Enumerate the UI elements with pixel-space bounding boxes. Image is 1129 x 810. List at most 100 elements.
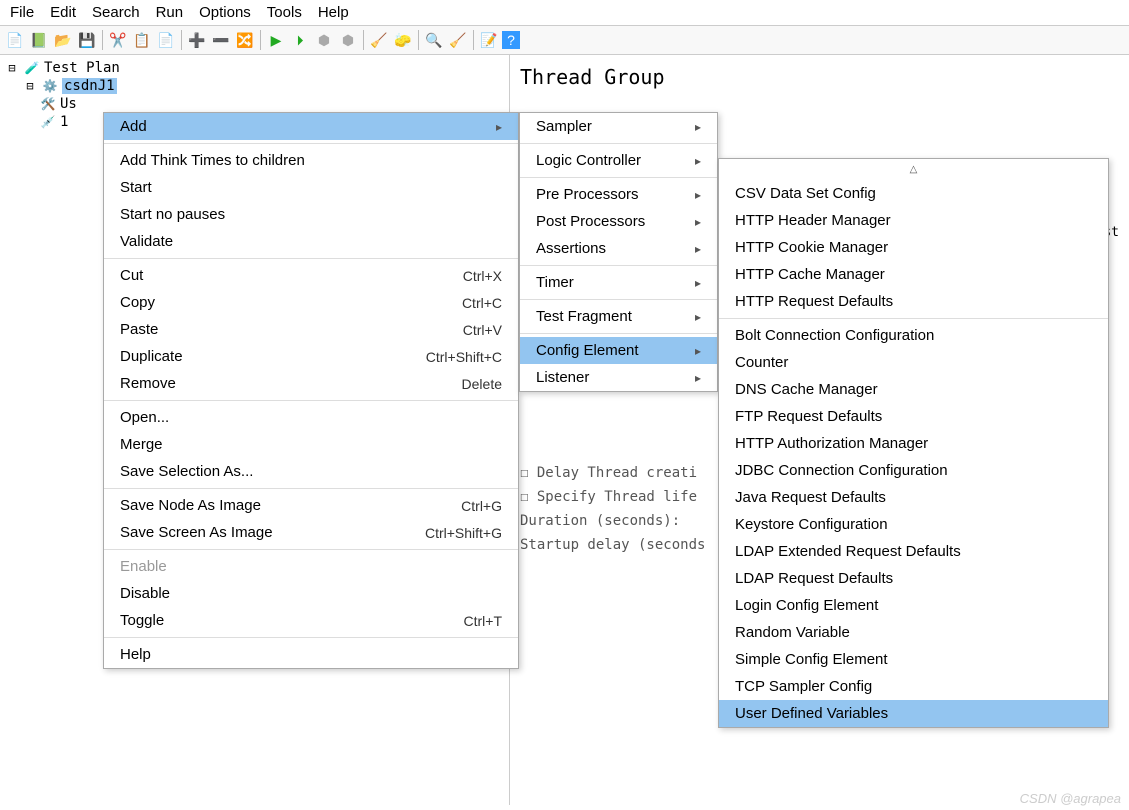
tree-child-vars[interactable]: 🛠️ Us (4, 95, 505, 113)
ctx-paste[interactable]: PasteCtrl+V (104, 316, 518, 343)
ctx-cut[interactable]: CutCtrl+X (104, 262, 518, 289)
menu-search[interactable]: Search (86, 2, 146, 23)
menu-tools[interactable]: Tools (261, 2, 308, 23)
cfg-ftp-request-defaults[interactable]: FTP Request Defaults (719, 403, 1108, 430)
save-icon[interactable]: 💾 (76, 29, 98, 51)
collapse-icon[interactable]: ➖ (210, 29, 232, 51)
cfg-tcp-sampler-config[interactable]: TCP Sampler Config (719, 673, 1108, 700)
cfg-simple-config-element[interactable]: Simple Config Element (719, 646, 1108, 673)
ctx-start-no-pauses[interactable]: Start no pauses (104, 201, 518, 228)
separator (418, 30, 419, 50)
cfg-http-request-defaults[interactable]: HTTP Request Defaults (719, 288, 1108, 315)
dropper-icon: 💉 (40, 114, 56, 130)
new-icon[interactable]: 📄 (4, 29, 26, 51)
ctx-open[interactable]: Open... (104, 404, 518, 431)
menu-help[interactable]: Help (312, 2, 355, 23)
menubar: File Edit Search Run Options Tools Help (0, 0, 1129, 26)
watermark: CSDN @agrapea (1020, 791, 1121, 806)
toolbar: 📄 📗 📂 💾 ✂️ 📋 📄 ➕ ➖ 🔀 ▶ ⏵ ⬢ ⬢ 🧹 🧽 🔍 🧹 📝 ? (0, 26, 1129, 55)
sub-post-processors[interactable]: Post Processors▸ (520, 208, 717, 235)
sub-assertions[interactable]: Assertions▸ (520, 235, 717, 262)
separator (181, 30, 182, 50)
tree-child-label: Us (60, 96, 77, 112)
cfg-jdbc-connection[interactable]: JDBC Connection Configuration (719, 457, 1108, 484)
toggle-icon[interactable]: 🔀 (234, 29, 256, 51)
open-icon[interactable]: 📂 (52, 29, 74, 51)
start-icon[interactable]: ▶ (265, 29, 287, 51)
ctx-disable[interactable]: Disable (104, 580, 518, 607)
menu-edit[interactable]: Edit (44, 2, 82, 23)
copy-icon[interactable]: 📋 (131, 29, 153, 51)
search-icon[interactable]: 🔍 (423, 29, 445, 51)
menu-file[interactable]: File (4, 2, 40, 23)
help-icon[interactable]: ? (502, 31, 520, 49)
sub-logic-controller[interactable]: Logic Controller▸ (520, 147, 717, 174)
cfg-http-cookie-manager[interactable]: HTTP Cookie Manager (719, 234, 1108, 261)
start-no-pauses-icon[interactable]: ⏵ (289, 29, 311, 51)
templates-icon[interactable]: 📗 (28, 29, 50, 51)
menu-run[interactable]: Run (150, 2, 190, 23)
cfg-http-header-manager[interactable]: HTTP Header Manager (719, 207, 1108, 234)
ctx-validate[interactable]: Validate (104, 228, 518, 255)
sub-timer[interactable]: Timer▸ (520, 269, 717, 296)
collapse-handle-icon[interactable]: ⊟ (4, 60, 20, 76)
ctx-save-selection[interactable]: Save Selection As... (104, 458, 518, 485)
sub-pre-processors[interactable]: Pre Processors▸ (520, 181, 717, 208)
stop-icon[interactable]: ⬢ (313, 29, 335, 51)
ctx-duplicate[interactable]: DuplicateCtrl+Shift+C (104, 343, 518, 370)
separator (260, 30, 261, 50)
cut-icon[interactable]: ✂️ (107, 29, 129, 51)
clear-icon[interactable]: 🧹 (368, 29, 390, 51)
ctx-merge[interactable]: Merge (104, 431, 518, 458)
reset-search-icon[interactable]: 🧹 (447, 29, 469, 51)
sub-listener[interactable]: Listener▸ (520, 364, 717, 391)
cfg-random-variable[interactable]: Random Variable (719, 619, 1108, 646)
config-element-submenu: △ CSV Data Set Config HTTP Header Manage… (718, 158, 1109, 728)
shutdown-icon[interactable]: ⬢ (337, 29, 359, 51)
cfg-keystore-configuration[interactable]: Keystore Configuration (719, 511, 1108, 538)
tree-root[interactable]: ⊟ 🧪 Test Plan (4, 59, 505, 77)
ctx-remove[interactable]: RemoveDelete (104, 370, 518, 397)
tree-child-label: 1 (60, 114, 68, 130)
gear-icon: ⚙️ (42, 78, 58, 94)
ctx-think-times[interactable]: Add Think Times to children (104, 147, 518, 174)
paste-icon[interactable]: 📄 (155, 29, 177, 51)
flask-icon: 🧪 (24, 60, 40, 76)
cfg-counter[interactable]: Counter (719, 349, 1108, 376)
sub-test-fragment[interactable]: Test Fragment▸ (520, 303, 717, 330)
cfg-dns-cache-manager[interactable]: DNS Cache Manager (719, 376, 1108, 403)
ctx-help[interactable]: Help (104, 641, 518, 668)
context-menu: Add▸ Add Think Times to children Start S… (103, 112, 519, 669)
sub-config-element[interactable]: Config Element▸ (520, 337, 717, 364)
separator (102, 30, 103, 50)
cfg-login-config-element[interactable]: Login Config Element (719, 592, 1108, 619)
tree-thread-group[interactable]: ⊟ ⚙️ csdnJ1 (4, 77, 505, 95)
ctx-enable: Enable (104, 553, 518, 580)
cfg-csv-data-set[interactable]: CSV Data Set Config (719, 180, 1108, 207)
add-submenu: Sampler▸ Logic Controller▸ Pre Processor… (519, 112, 718, 392)
cfg-ldap-request-defaults[interactable]: LDAP Request Defaults (719, 565, 1108, 592)
sub-sampler[interactable]: Sampler▸ (520, 113, 717, 140)
cfg-http-authorization-manager[interactable]: HTTP Authorization Manager (719, 430, 1108, 457)
ctx-toggle[interactable]: ToggleCtrl+T (104, 607, 518, 634)
tools-icon: 🛠️ (40, 96, 56, 112)
ctx-copy[interactable]: CopyCtrl+C (104, 289, 518, 316)
cfg-http-cache-manager[interactable]: HTTP Cache Manager (719, 261, 1108, 288)
ctx-add[interactable]: Add▸ (104, 113, 518, 140)
menu-options[interactable]: Options (193, 2, 257, 23)
ctx-start[interactable]: Start (104, 174, 518, 201)
ctx-save-node-image[interactable]: Save Node As ImageCtrl+G (104, 492, 518, 519)
separator (473, 30, 474, 50)
cfg-bolt-connection[interactable]: Bolt Connection Configuration (719, 322, 1108, 349)
cfg-java-request-defaults[interactable]: Java Request Defaults (719, 484, 1108, 511)
sort-indicator: △ (719, 159, 1108, 180)
panel-title: Thread Group (520, 65, 1119, 89)
ctx-save-screen-image[interactable]: Save Screen As ImageCtrl+Shift+G (104, 519, 518, 546)
function-helper-icon[interactable]: 📝 (478, 29, 500, 51)
cfg-user-defined-variables[interactable]: User Defined Variables (719, 700, 1108, 727)
tree-thread-group-label: csdnJ1 (62, 78, 117, 94)
expand-icon[interactable]: ➕ (186, 29, 208, 51)
cfg-ldap-extended-defaults[interactable]: LDAP Extended Request Defaults (719, 538, 1108, 565)
collapse-handle-icon[interactable]: ⊟ (22, 78, 38, 94)
clear-all-icon[interactable]: 🧽 (392, 29, 414, 51)
